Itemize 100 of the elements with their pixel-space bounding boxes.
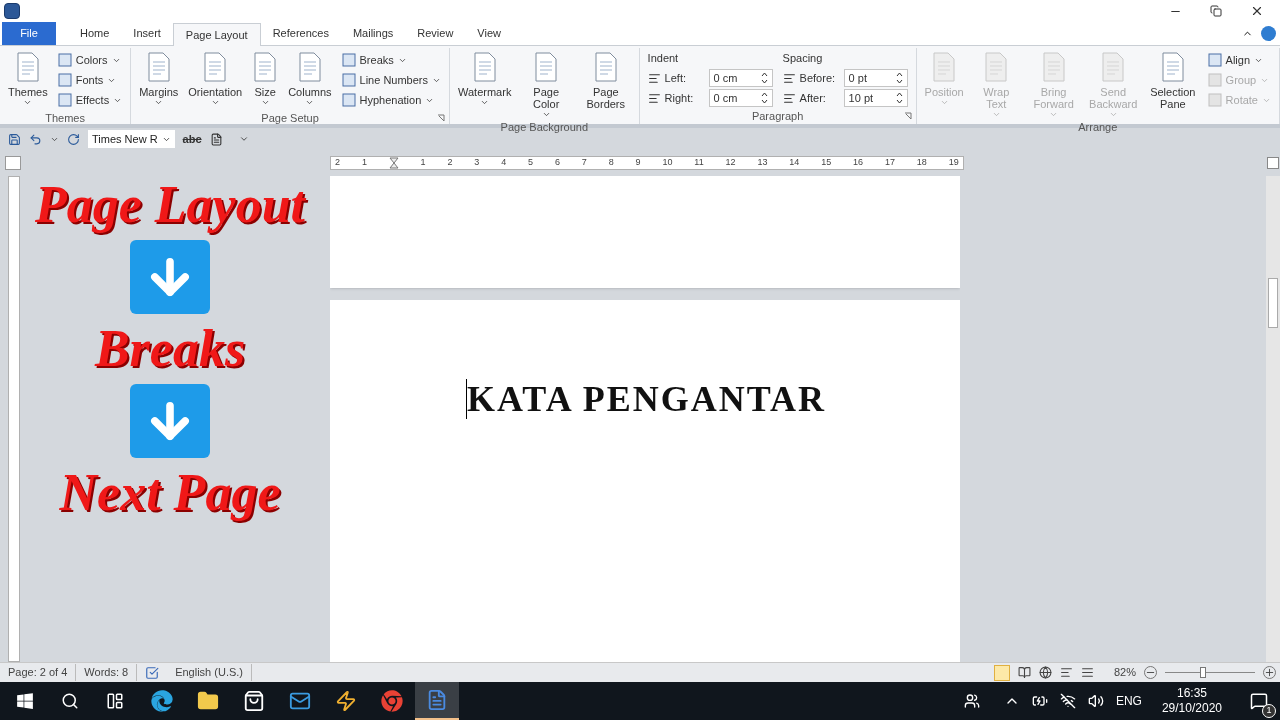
horizontal-ruler[interactable]: 2 1 1 2 3 4 5 6 7 8 9 10 11 12 13 14 15 16 17 18 19 xyxy=(330,156,964,170)
caret-icon xyxy=(991,110,1001,119)
view-ruler-icon[interactable] xyxy=(1267,157,1279,169)
ribbon-button[interactable]: Orientation xyxy=(184,48,247,110)
notification-icon[interactable] xyxy=(1250,692,1268,710)
indent-icon xyxy=(647,91,661,105)
ruler-number: 1 xyxy=(361,156,367,170)
caret-icon xyxy=(210,98,220,107)
ribbon-small-button[interactable]: Hyphenation xyxy=(341,90,441,110)
zoom-in-icon[interactable] xyxy=(1263,666,1276,679)
battery-icon[interactable] xyxy=(1031,693,1048,709)
caret-icon xyxy=(305,98,315,107)
spin-arrows-icon[interactable] xyxy=(760,92,768,104)
browser-icon[interactable] xyxy=(151,690,173,712)
undo-icon[interactable] xyxy=(29,132,42,146)
ribbon-small-button[interactable]: Fonts xyxy=(57,70,123,90)
proofing-icon[interactable] xyxy=(145,665,160,680)
web-layout-icon[interactable] xyxy=(1038,666,1052,679)
start-icon[interactable] xyxy=(16,692,34,710)
spin-arrows-icon[interactable] xyxy=(895,92,903,104)
ribbon-tab[interactable]: References xyxy=(260,22,341,45)
group-label: Paragraph xyxy=(751,109,804,124)
zoom-level[interactable]: 82% xyxy=(1113,664,1136,681)
overlay-caption: Page Layout xyxy=(34,176,306,234)
launcher-icon[interactable] xyxy=(437,114,445,122)
font-field[interactable]: Times New R xyxy=(88,130,175,148)
ribbon-button[interactable]: Page Color xyxy=(517,48,575,119)
reading-view-icon[interactable] xyxy=(1017,666,1031,679)
caret-icon xyxy=(154,98,164,107)
ribbon-small-button[interactable]: Line Numbers xyxy=(341,70,441,90)
ribbon-small-button[interactable]: Effects xyxy=(57,90,123,110)
field-label: Before: xyxy=(799,70,837,86)
save-icon[interactable] xyxy=(8,132,21,146)
folder-icon[interactable] xyxy=(197,690,219,712)
ribbon-button[interactable]: Selection Pane xyxy=(1144,48,1202,119)
restore-icon[interactable] xyxy=(1210,5,1222,17)
close-icon[interactable] xyxy=(1250,4,1264,18)
vertical-scrollbar[interactable] xyxy=(1266,176,1280,662)
ribbon-tab[interactable]: Home xyxy=(68,22,122,45)
ruler-number: 13 xyxy=(757,156,768,170)
square-icon xyxy=(57,93,72,107)
clock[interactable]: 16:35 29/10/2020 xyxy=(1161,686,1222,716)
square-icon xyxy=(341,53,356,67)
customize-icon[interactable] xyxy=(238,134,249,144)
page-icon xyxy=(592,52,619,82)
page-count[interactable]: Page: 2 of 4 xyxy=(0,664,77,681)
tab-selector[interactable] xyxy=(5,156,21,170)
ruler-number: 12 xyxy=(725,156,736,170)
search-icon[interactable] xyxy=(61,692,79,710)
ribbon-button[interactable]: Size xyxy=(248,48,283,110)
square-icon xyxy=(57,53,72,67)
file-tab[interactable]: File xyxy=(2,22,56,45)
spin-arrows-icon[interactable] xyxy=(760,72,768,84)
indent-marker-icon[interactable] xyxy=(388,157,399,169)
ribbon-tab[interactable]: View xyxy=(465,22,513,45)
ribbon-button[interactable]: Watermark xyxy=(454,48,516,119)
ribbon-tab[interactable]: Review xyxy=(405,22,466,45)
ribbon-button[interactable]: Columns xyxy=(284,48,336,110)
spelling-button[interactable]: abc xyxy=(182,130,202,148)
redo-icon[interactable] xyxy=(67,132,80,146)
ribbon-small-button[interactable]: Align xyxy=(1207,50,1271,70)
spin-field[interactable]: 0 cm xyxy=(708,69,773,87)
ribbon-small-button[interactable]: Breaks xyxy=(341,50,441,70)
outline-icon[interactable] xyxy=(1059,666,1073,679)
ribbon-button[interactable]: Margins xyxy=(135,48,183,110)
scroll-thumb[interactable] xyxy=(1268,278,1278,328)
store-icon[interactable] xyxy=(243,690,265,712)
spin-field[interactable]: 0 cm xyxy=(708,89,773,107)
spin-field[interactable]: 10 pt xyxy=(843,89,908,107)
draft-icon[interactable] xyxy=(1080,666,1094,679)
input-language[interactable]: ENG xyxy=(1115,692,1142,710)
ribbon-tab[interactable]: Mailings xyxy=(340,22,406,45)
mail-icon[interactable] xyxy=(289,690,311,712)
launcher-icon[interactable] xyxy=(903,112,912,120)
indent-icon xyxy=(647,71,661,85)
people-icon[interactable] xyxy=(963,693,980,709)
ribbon-button[interactable]: Page Borders xyxy=(577,48,635,119)
volume-icon[interactable] xyxy=(1087,693,1104,709)
task-view-icon[interactable] xyxy=(106,692,124,710)
zoom-slider[interactable] xyxy=(1165,666,1255,679)
spin-field[interactable]: 0 pt xyxy=(843,69,908,87)
arrow-down-icon xyxy=(130,240,210,314)
ribbon-tab[interactable]: Page Layout xyxy=(172,23,261,46)
ribbon-tab[interactable]: Insert xyxy=(121,22,173,45)
app-icon[interactable] xyxy=(335,690,357,712)
help-icon[interactable] xyxy=(1261,26,1276,41)
spin-arrows-icon[interactable] xyxy=(895,72,903,84)
chrome-icon[interactable] xyxy=(381,690,403,712)
language-status[interactable]: English (U.S.) xyxy=(167,664,252,681)
ribbon-button[interactable]: Themes xyxy=(4,48,52,110)
word-taskbar-button[interactable] xyxy=(415,682,459,720)
page-icon xyxy=(202,52,229,82)
ruler-number: 17 xyxy=(884,156,895,170)
zoom-thumb[interactable] xyxy=(1199,667,1206,678)
network-icon[interactable] xyxy=(1059,693,1076,709)
field-label: Left: xyxy=(664,70,687,86)
ruler-number: 14 xyxy=(789,156,800,170)
ribbon-small-button[interactable]: Colors xyxy=(57,50,123,70)
document-icon[interactable] xyxy=(209,132,223,146)
word-count[interactable]: Words: 8 xyxy=(76,664,138,681)
